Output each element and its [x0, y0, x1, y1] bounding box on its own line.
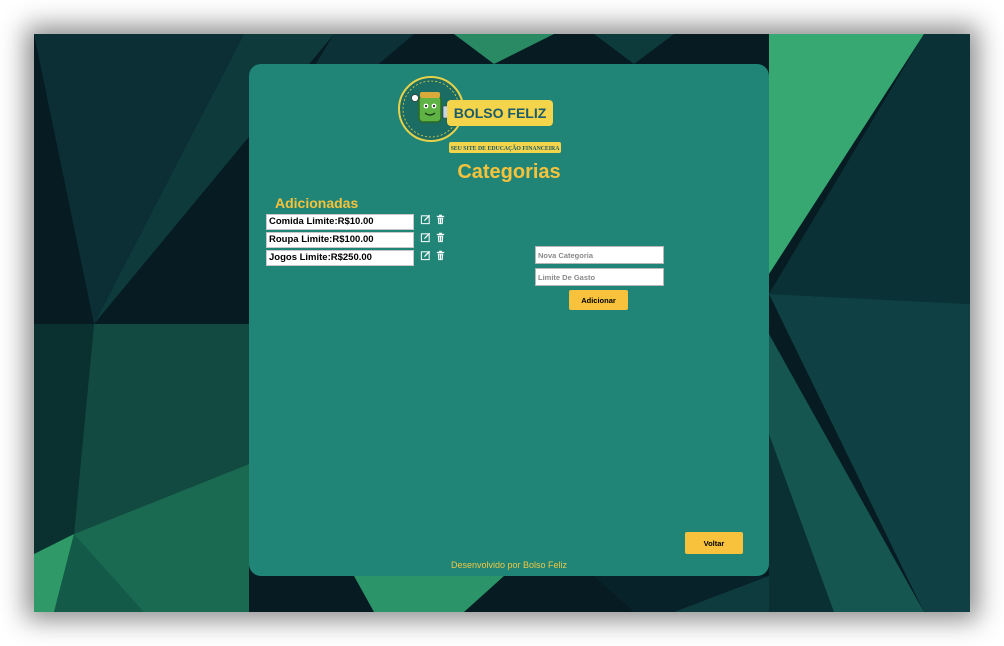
page-title: Categorias: [457, 161, 561, 183]
bolso-feliz-logo: BOLSO FELIZ SEU SITE DE EDUCAÇÃO FINANCE…: [398, 76, 561, 153]
trash-icon[interactable]: [435, 214, 446, 225]
spending-limit-input[interactable]: [535, 268, 664, 286]
category-label: Roupa Limite:R$100.00: [266, 232, 414, 248]
app-window: BOLSO FELIZ SEU SITE DE EDUCAÇÃO FINANCE…: [34, 34, 970, 612]
trash-icon[interactable]: [435, 232, 446, 243]
edit-icon[interactable]: [420, 250, 431, 261]
footer-credit: Desenvolvido por Bolso Feliz: [450, 560, 568, 570]
category-item: Jogos Limite:R$250.00: [266, 250, 476, 266]
category-label: Jogos Limite:R$250.00: [266, 250, 414, 266]
main-card: BOLSO FELIZ SEU SITE DE EDUCAÇÃO FINANCE…: [249, 64, 769, 576]
trash-icon[interactable]: [435, 250, 446, 261]
logo-brand-text: BOLSO FELIZ: [454, 105, 547, 121]
edit-icon[interactable]: [420, 232, 431, 243]
add-category-button[interactable]: Adicionar: [569, 290, 628, 310]
category-item: Comida Limite:R$10.00: [266, 214, 476, 230]
category-item: Roupa Limite:R$100.00: [266, 232, 476, 248]
added-heading: Adicionadas: [275, 195, 359, 211]
logo-tagline: SEU SITE DE EDUCAÇÃO FINANCEIRA: [451, 144, 561, 152]
back-button[interactable]: Voltar: [685, 532, 743, 554]
category-name-input[interactable]: [535, 246, 664, 264]
category-label: Comida Limite:R$10.00: [266, 214, 414, 230]
edit-icon[interactable]: [420, 214, 431, 225]
